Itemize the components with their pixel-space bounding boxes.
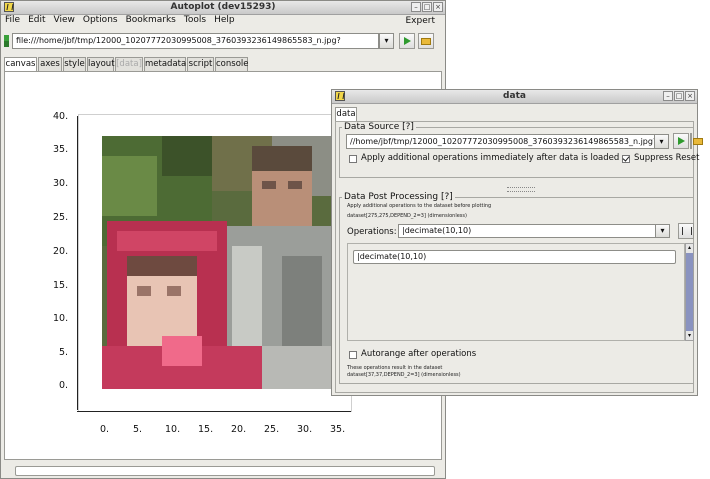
apply-operations-checkbox[interactable] bbox=[349, 155, 357, 163]
tab-style[interactable]: style bbox=[63, 57, 86, 71]
y-axis-line bbox=[77, 116, 78, 410]
y-tick-label: 35. bbox=[53, 144, 69, 155]
maximize-icon[interactable]: □ bbox=[674, 91, 684, 101]
tab-canvas[interactable]: canvas bbox=[4, 57, 37, 72]
minimize-icon[interactable]: – bbox=[411, 2, 421, 12]
scroll-thumb[interactable] bbox=[686, 253, 693, 331]
y-tick-label: 20. bbox=[53, 246, 69, 257]
menu-view[interactable]: View bbox=[50, 14, 79, 25]
y-tick-label: 15. bbox=[53, 280, 69, 291]
y-tick-label: 40. bbox=[53, 111, 69, 122]
x-tick-label: 20. bbox=[231, 424, 247, 435]
x-axis-line bbox=[77, 411, 351, 412]
data-source-browse-button[interactable] bbox=[690, 133, 703, 149]
x-tick-label: 25. bbox=[264, 424, 280, 435]
tab-axes[interactable]: axes bbox=[38, 57, 62, 71]
go-play-button[interactable] bbox=[399, 33, 415, 49]
y-tick-label: 30. bbox=[53, 178, 69, 189]
main-tabs: canvas axes style layout [data] metadata… bbox=[4, 57, 444, 72]
operations-input[interactable]: |decimate(10,10) bbox=[398, 224, 656, 238]
tab-metadata[interactable]: metadata bbox=[144, 57, 186, 71]
y-tick-label: 0. bbox=[59, 380, 69, 391]
maximize-icon[interactable]: □ bbox=[422, 2, 432, 12]
splitter-handle[interactable] bbox=[507, 187, 535, 192]
data-source-url-input[interactable]: //home/jbf/tmp/12000_102077720309950​08_… bbox=[346, 134, 655, 149]
operations-dropdown[interactable]: ▾ bbox=[655, 224, 670, 238]
x-tick-label: 30. bbox=[297, 424, 313, 435]
url-input[interactable]: file:///home/jbf/tmp/12000_1020777203099… bbox=[12, 33, 379, 49]
menu-bookmarks[interactable]: Bookmarks bbox=[122, 14, 180, 25]
x-tick-label: 5. bbox=[133, 424, 143, 435]
operations-label: Operations: bbox=[347, 227, 397, 237]
menu-edit[interactable]: Edit bbox=[24, 14, 49, 25]
url-row: file:///home/jbf/tmp/12000_1020777203099… bbox=[1, 33, 447, 50]
menu-tools[interactable]: Tools bbox=[180, 14, 210, 25]
minimize-icon[interactable]: – bbox=[663, 91, 673, 101]
post-processing-description: Apply additional operations to the datas… bbox=[347, 203, 492, 209]
data-source-status-icon bbox=[4, 35, 9, 47]
tab-data: [data] bbox=[115, 57, 143, 71]
tab-console[interactable]: console bbox=[215, 57, 248, 71]
x-tick-label: 10. bbox=[165, 424, 181, 435]
autorange-label[interactable]: Autorange after operations bbox=[361, 349, 476, 359]
tab-script[interactable]: script bbox=[187, 57, 214, 71]
operations-editor-button[interactable] bbox=[678, 223, 694, 239]
sliders-icon bbox=[682, 227, 692, 235]
operations-scrollbar[interactable]: ▴ ▾ bbox=[685, 243, 694, 341]
data-source-play-button[interactable] bbox=[673, 133, 689, 149]
result-description: These operations result in the dataset bbox=[347, 365, 443, 371]
suppress-reset-checkbox[interactable] bbox=[622, 155, 630, 163]
x-tick-label: 15. bbox=[198, 424, 214, 435]
y-tick-label: 25. bbox=[53, 212, 69, 223]
menu-bar: File Edit View Options Bookmarks Tools Help Ex… bbox=[1, 14, 445, 27]
scroll-down-arrow[interactable]: ▾ bbox=[686, 332, 693, 340]
autorange-checkbox[interactable] bbox=[349, 351, 357, 359]
data-dialog-title-bar[interactable]: data – □ × bbox=[332, 90, 697, 104]
main-window-title: Autoplot (dev15293) bbox=[170, 2, 276, 12]
close-icon[interactable]: × bbox=[433, 2, 443, 12]
operation-item-input[interactable]: |decimate(10,10) bbox=[353, 250, 676, 264]
menu-file[interactable]: File bbox=[1, 14, 24, 25]
image-plot[interactable] bbox=[102, 136, 342, 389]
apply-operations-label[interactable]: Apply additional operations immediately … bbox=[361, 153, 619, 163]
data-dialog: data – □ × data Data Source [?] //home/j… bbox=[331, 89, 703, 396]
x-tick-label: 0. bbox=[100, 424, 110, 435]
data-source-dropdown[interactable]: ▾ bbox=[654, 134, 669, 149]
close-icon[interactable]: × bbox=[685, 91, 695, 101]
url-history-dropdown[interactable]: ▾ bbox=[379, 33, 394, 49]
menu-help[interactable]: Help bbox=[210, 14, 239, 25]
data-source-legend[interactable]: Data Source [?] bbox=[342, 122, 416, 132]
scroll-up-arrow[interactable]: ▴ bbox=[686, 244, 693, 252]
y-tick-label: 10. bbox=[53, 313, 69, 324]
main-title-bar[interactable]: Autoplot (dev15293) – □ × bbox=[1, 1, 445, 15]
tab-data-dialog[interactable]: data bbox=[335, 107, 357, 122]
suppress-reset-label[interactable]: Suppress Reset bbox=[634, 153, 699, 163]
dataset-input-desc: dataset[275,275,DEPEND_2=3] (dimensionle… bbox=[347, 213, 467, 219]
dataset-output-desc: dataset[37,37,DEPEND_2=3] (dimensionless… bbox=[347, 372, 461, 378]
expert-mode-label[interactable]: Expert bbox=[402, 15, 440, 26]
post-processing-legend[interactable]: Data Post Processing [?] bbox=[342, 192, 455, 202]
data-dialog-title: data bbox=[503, 91, 526, 101]
status-bar bbox=[15, 466, 435, 476]
y-tick-label: 5. bbox=[59, 347, 69, 358]
browse-folder-button[interactable] bbox=[418, 33, 434, 49]
x-tick-label: 35. bbox=[330, 424, 346, 435]
tab-layout[interactable]: layout bbox=[87, 57, 115, 71]
menu-options[interactable]: Options bbox=[79, 14, 122, 25]
